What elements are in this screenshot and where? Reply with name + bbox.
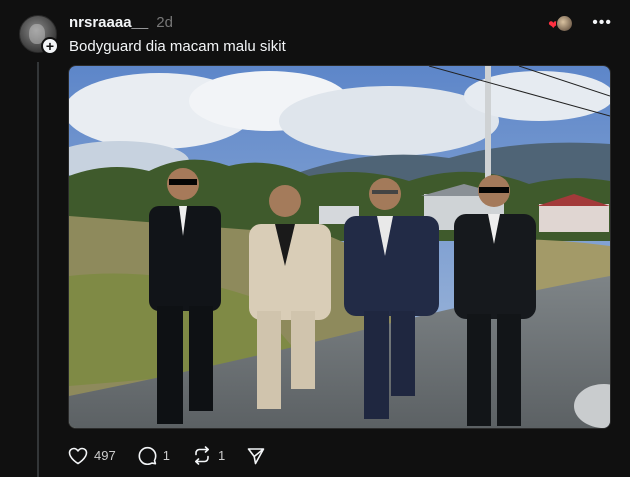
reaction-indicator[interactable]: ❤ [548,14,574,32]
avatar-container[interactable]: + [19,15,59,55]
post-header: nrsraaaa__ 2d [69,14,173,31]
share-button[interactable] [247,447,265,465]
send-icon [247,447,265,464]
comment-icon [138,446,157,465]
username-link[interactable]: nrsraaaa__ [69,14,148,31]
repost-icon [194,446,209,465]
post-image[interactable] [68,65,611,429]
post-time[interactable]: 2d [156,14,173,31]
repost-button[interactable]: 1 [192,446,225,465]
post-text: Bodyguard dia macam malu sikit [69,38,286,55]
thread-line [37,62,39,477]
more-icon[interactable]: ••• [592,15,612,31]
follow-plus-icon[interactable]: + [41,37,59,55]
reactor-avatar [556,15,574,32]
like-count: 497 [94,448,116,463]
photo-of-four-men-in-suits-walking [69,66,610,428]
header-actions: ❤ ••• [548,14,612,32]
like-button[interactable]: 497 [68,447,116,465]
heart-outline-icon [68,447,88,464]
repost-count: 1 [217,448,226,463]
reply-button[interactable]: 1 [138,446,170,465]
post-actions: 497 1 1 [68,446,287,465]
reply-count: 1 [162,448,170,463]
